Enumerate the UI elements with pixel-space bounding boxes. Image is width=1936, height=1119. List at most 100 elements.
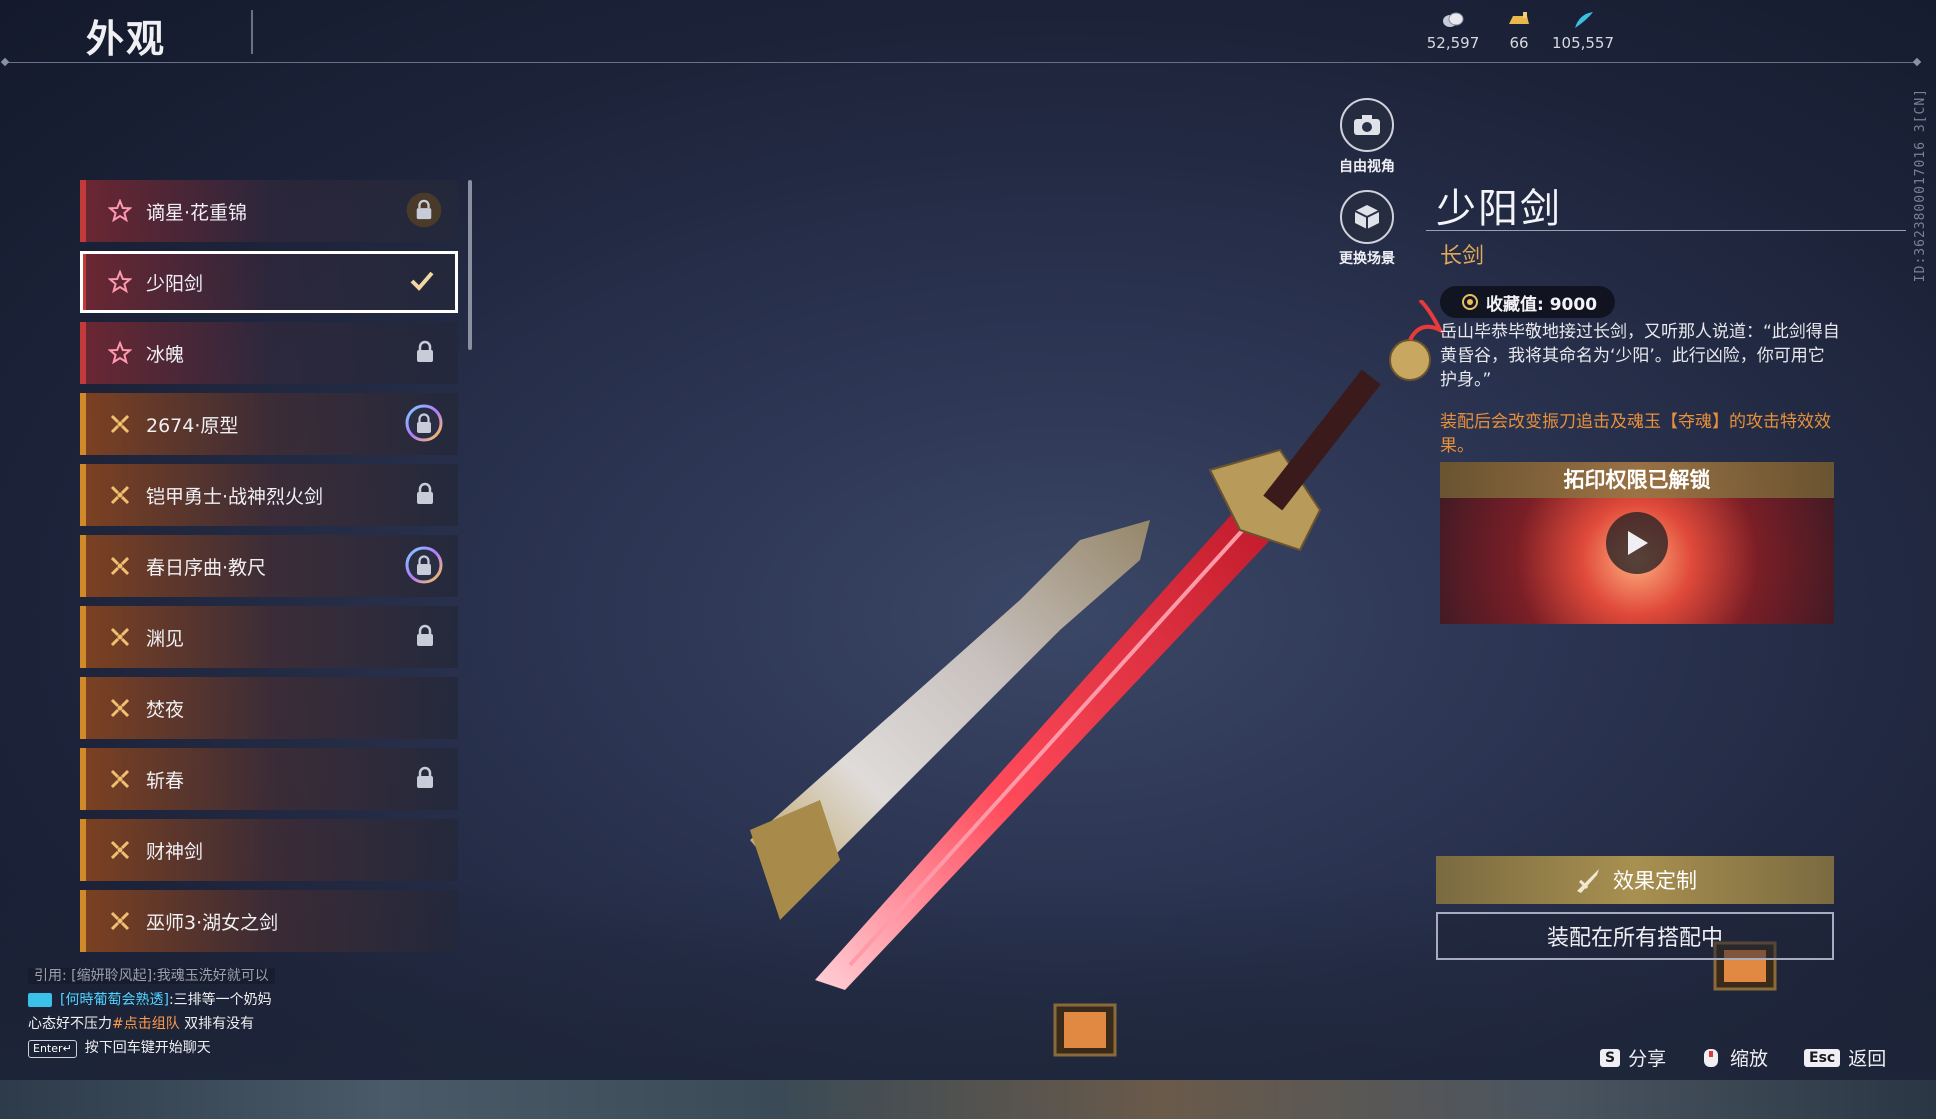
weapon-name: 少阳剑 <box>1436 186 1562 232</box>
title-divider <box>251 10 253 54</box>
server-id: ID:3623800017016 3[CN] <box>1913 88 1928 283</box>
rarity-gold-icon <box>108 909 132 933</box>
limited-lock-icon <box>404 545 444 585</box>
weapon-effect: 装配后会改变振刀追击及魂玉【夺魂】的攻击特效效果。 <box>1440 412 1831 456</box>
appearance-list-item[interactable]: 焚夜 <box>80 677 458 739</box>
appearance-item-label: 渊见 <box>146 627 185 650</box>
rarity-gold-icon <box>108 554 132 578</box>
appearance-item-label: 冰魄 <box>146 343 185 366</box>
play-button[interactable] <box>1606 512 1668 574</box>
appearance-item-label: 财神剑 <box>146 840 204 863</box>
rarity-red-star-icon <box>107 198 133 223</box>
collection-value-badge: 收藏值: 9000 <box>1440 286 1616 318</box>
weapon-type: 长剑 <box>1440 244 1485 269</box>
chat-message: 双排有没有 <box>179 1016 255 1032</box>
top-divider-line <box>6 62 1916 63</box>
share-hint[interactable]: S 分享 <box>1600 1044 1666 1071</box>
appearance-list-item[interactable]: 谪星·花重锦 <box>80 180 458 242</box>
share-label: 分享 <box>1628 1048 1667 1070</box>
lantern <box>1053 1003 1117 1057</box>
chat-message: 心态好不压力 <box>28 1016 112 1032</box>
rarity-gold-icon <box>108 412 132 436</box>
appearance-item-label: 谪星·花重锦 <box>146 201 248 224</box>
currency-value: 66 <box>1509 34 1529 52</box>
back-hint[interactable]: Esc 返回 <box>1804 1044 1886 1071</box>
lock-icon <box>414 340 436 364</box>
chat-sender[interactable]: [何時葡萄会熟透] <box>60 992 169 1008</box>
collection-value: 收藏值: 9000 <box>1486 294 1598 315</box>
appearance-list-item[interactable]: 冰魄 <box>80 322 458 384</box>
chat-team-link[interactable]: #点击组队 <box>112 1016 180 1032</box>
divider-end-ornament <box>0 57 10 67</box>
effect-preview-video[interactable]: 拓印权限已解锁 <box>1440 462 1834 624</box>
feather-icon <box>1575 12 1593 28</box>
list-scrollbar[interactable] <box>468 180 472 350</box>
rarity-red-star-icon <box>107 340 133 365</box>
lock-icon <box>414 624 436 648</box>
chat-channel-badge-icon <box>28 993 52 1007</box>
appearance-item-label: 少阳剑 <box>146 272 204 295</box>
rarity-gold-icon <box>108 767 132 791</box>
currency-value: 105,557 <box>1551 34 1615 52</box>
appearance-list-item[interactable]: 2674·原型 <box>80 393 458 455</box>
collection-icon <box>1462 294 1478 310</box>
effect-customize-button[interactable]: 效果定制 <box>1436 856 1834 904</box>
zoom-label: 缩放 <box>1730 1048 1769 1070</box>
coin-stack-icon <box>1443 12 1464 27</box>
effect-customize-label: 效果定制 <box>1613 869 1697 893</box>
chat-input-hint[interactable]: 按下回车键开始聊天 <box>85 1040 211 1056</box>
appearance-list-item[interactable]: 巫师3·湖女之剑 <box>80 890 458 952</box>
mouse-scroll-icon <box>1704 1048 1718 1067</box>
rarity-gold-icon <box>108 483 132 507</box>
currency-feathers: 105,557 <box>1538 10 1628 52</box>
rarity-gold-icon <box>108 696 132 720</box>
weapon-preview[interactable] <box>720 300 1460 1000</box>
zoom-hint[interactable]: 缩放 <box>1700 1044 1768 1071</box>
lock-icon <box>414 766 436 790</box>
esc-key-icon: Esc <box>1804 1048 1841 1067</box>
gold-ingot-icon <box>1509 12 1529 24</box>
rarity-gold-icon <box>108 838 132 862</box>
appearance-list-item[interactable]: 春日序曲·教尺 <box>80 535 458 597</box>
change-scene-label: 更换场景 <box>1339 251 1395 267</box>
appearance-item-label: 铠甲勇士·战神烈火剑 <box>146 485 324 508</box>
appearance-item-label: 2674·原型 <box>146 414 239 437</box>
checkmark-icon <box>408 267 436 295</box>
s-key-icon: S <box>1600 1048 1621 1067</box>
appearance-list-item[interactable]: 财神剑 <box>80 819 458 881</box>
page-title: 外观 <box>86 17 167 61</box>
chat-panel: 引用: [缩妍聆风起]:我魂玉洗好就可以 [何時葡萄会熟透]:三排等一个奶妈 心… <box>28 964 498 1060</box>
sword-icon <box>1577 869 1599 893</box>
enter-key-icon: Enter↵ <box>28 1040 77 1058</box>
free-view-button[interactable]: 自由视角 <box>1322 98 1412 176</box>
appearance-item-label: 春日序曲·教尺 <box>146 556 267 579</box>
play-icon <box>1628 531 1648 555</box>
rarity-gold-icon <box>108 625 132 649</box>
appearance-list-item[interactable]: 少阳剑 <box>80 251 458 313</box>
limited-lock-icon <box>404 403 444 443</box>
lock-icon <box>404 190 444 230</box>
back-label: 返回 <box>1848 1048 1887 1070</box>
appearance-list-item[interactable]: 铠甲勇士·战神烈火剑 <box>80 464 458 526</box>
rarity-red-star-icon <box>107 269 133 294</box>
equip-all-button[interactable]: 装配在所有搭配中 <box>1436 912 1834 960</box>
currency-value: 52,597 <box>1426 34 1480 52</box>
background-scenery <box>0 1080 1936 1119</box>
tassel <box>1408 300 1445 341</box>
appearance-list-item[interactable]: 渊见 <box>80 606 458 668</box>
appearance-item-label: 斩春 <box>146 769 185 792</box>
appearance-item-label: 焚夜 <box>146 698 185 721</box>
cube-icon <box>1354 205 1380 229</box>
pommel <box>1389 339 1431 381</box>
appearance-item-label: 巫师3·湖女之剑 <box>146 911 279 934</box>
top-bar: 外观 52,597 66 105,557 <box>0 0 1936 67</box>
weapon-description: 岳山毕恭毕敬地接过长剑，又听那人说道：“此剑得自黄昏谷，我将其命名为‘少阳’。此… <box>1440 322 1840 390</box>
appearance-list-item[interactable]: 斩春 <box>80 748 458 810</box>
free-view-label: 自由视角 <box>1339 159 1395 175</box>
change-scene-button[interactable]: 更换场景 <box>1322 190 1412 268</box>
name-divider <box>1426 230 1906 231</box>
chat-quote: 引用: [缩妍聆风起]:我魂玉洗好就可以 <box>28 968 275 984</box>
appearance-list: 谪星·花重锦 少阳剑冰魄 2674·原型铠甲勇士·战神烈火剑 春日序曲·教尺 渊见焚夜斩… <box>80 180 460 960</box>
video-title: 拓印权限已解锁 <box>1440 462 1834 498</box>
chat-message: :三排等一个奶妈 <box>168 992 272 1008</box>
